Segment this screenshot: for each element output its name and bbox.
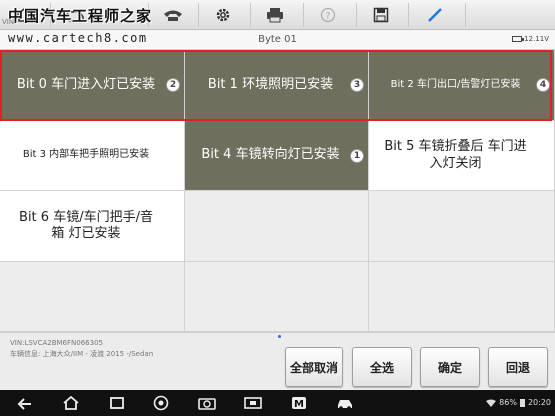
recent-apps-icon (110, 397, 124, 409)
battery-percent: 86% (499, 398, 517, 407)
save-button[interactable] (356, 3, 404, 27)
bit-0-order-badge: 2 (166, 78, 180, 92)
wifi-icon (486, 399, 497, 407)
bit-2-order-badge: 4 (536, 78, 550, 92)
bit-6-label: Bit 6 车镜/车门把手/音箱 灯已安装 (19, 209, 153, 241)
bit-1-order-badge: 3 (350, 78, 364, 92)
browser-icon (153, 395, 169, 411)
clock: 20:20 (527, 398, 551, 407)
battery-icon (519, 398, 525, 407)
empty-cell (369, 262, 555, 332)
edit-button[interactable] (408, 3, 463, 27)
bit-0-label: Bit 0 车门进入灯已安装 (16, 76, 156, 92)
svg-text:?: ? (325, 12, 330, 22)
pen-icon (428, 8, 442, 22)
help-icon: ? (320, 7, 335, 23)
nav-browser-button[interactable] (152, 394, 170, 412)
save-icon (373, 7, 388, 23)
back-arrow-icon (17, 398, 31, 410)
bit-5-option[interactable]: Bit 5 车镜折叠后 车门进入灯关闭 (369, 121, 555, 191)
camera-icon (198, 398, 216, 410)
watermark-url: www.cartech8.com (8, 31, 148, 45)
empty-cell (185, 191, 369, 262)
status-area: 86% 20:20 (486, 398, 551, 407)
bit-4-label: Bit 4 车镜转向灯已安装 (201, 147, 340, 163)
help-button[interactable]: ? (303, 3, 351, 27)
bottom-panel: VIN:LSVCA2BM6FN066305 车辆信息: 上海大众/IIM - 凌… (0, 332, 555, 390)
nav-screenshot-button[interactable] (244, 394, 262, 412)
bit-0-option[interactable]: Bit 0 车门进入灯已安装 2 (0, 50, 185, 121)
bit-3-option[interactable]: Bit 3 内部车把手照明已安装 (0, 121, 185, 191)
printer-icon (266, 8, 283, 23)
empty-cell (185, 262, 369, 332)
page-indicator-dot (278, 335, 281, 338)
bit-2-label: Bit 2 车门出口/告警灯已安装 (390, 78, 521, 90)
print-button[interactable] (250, 3, 298, 27)
svg-text:M: M (294, 399, 304, 410)
back-button[interactable]: 回退 (488, 347, 548, 387)
empty-cell (0, 262, 185, 332)
bit-1-label: Bit 1 环境照明已安装 (207, 76, 334, 92)
nav-vehicle-button[interactable] (336, 394, 354, 412)
battery-voltage: 12.11V (512, 35, 549, 43)
bit-2-option[interactable]: Bit 2 车门出口/告警灯已安装 4 (369, 50, 555, 121)
nav-m-button[interactable]: M (290, 394, 308, 412)
vehicle-info: 车辆信息: 上海大众/IIM - 凌渡 2015 -/Sedan (10, 350, 154, 358)
android-nav-bar: M 86% 20:20 (0, 390, 555, 416)
nav-back-button[interactable] (16, 394, 34, 412)
nav-recents-button[interactable] (108, 394, 126, 412)
bit-6-option[interactable]: Bit 6 车镜/车门把手/音箱 灯已安装 (0, 191, 185, 262)
bit-1-option[interactable]: Bit 1 环境照明已安装 3 (185, 50, 369, 121)
app-screen: ? VIN 中国汽车工程师之家 www.cartech8.com Byte 01… (0, 0, 555, 416)
phone-button[interactable] (148, 3, 196, 27)
nav-home-button[interactable] (62, 394, 80, 412)
empty-cell (369, 191, 555, 262)
phone-icon (163, 10, 182, 21)
toolbar-spacer (465, 3, 555, 27)
battery-icon (512, 36, 525, 42)
car-icon (338, 400, 352, 410)
watermark-site-name: 中国汽车工程师之家 (8, 7, 153, 25)
confirm-button[interactable]: 确定 (420, 347, 480, 387)
m-logo-icon: M (292, 397, 306, 410)
screenshot-icon (244, 397, 262, 409)
home-icon (63, 396, 79, 410)
bit-option-grid: Bit 0 车门进入灯已安装 2 Bit 1 环境照明已安装 3 Bit 2 车… (0, 50, 555, 332)
settings-button[interactable] (198, 3, 246, 27)
gear-icon (216, 8, 229, 22)
select-all-button[interactable]: 全选 (352, 347, 412, 387)
bit-3-label: Bit 3 内部车把手照明已安装 (22, 149, 150, 161)
battery-voltage-value: 12.11V (524, 35, 549, 43)
deselect-all-button[interactable]: 全部取消 (285, 347, 343, 387)
nav-camera-button[interactable] (198, 394, 216, 412)
vin-info: VIN:LSVCA2BM6FN066305 (10, 339, 103, 347)
bit-4-order-badge: 1 (350, 148, 364, 163)
bit-4-option[interactable]: Bit 4 车镜转向灯已安装 1 (185, 121, 369, 191)
bit-5-label: Bit 5 车镜折叠后 车门进入灯关闭 (384, 139, 527, 171)
